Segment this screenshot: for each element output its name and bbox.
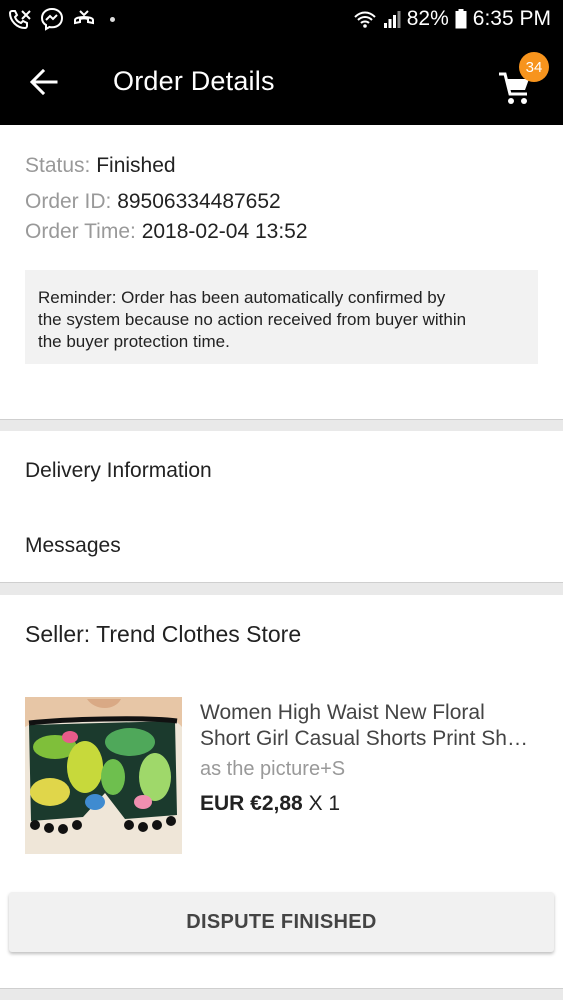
status-row: Status: Finished [25, 154, 176, 178]
messages-item[interactable]: Messages [0, 508, 563, 583]
product-title-line: Women High Waist New Floral [200, 701, 485, 724]
status-value: Finished [96, 154, 176, 177]
reminder-line: the system because no action received fr… [38, 310, 467, 329]
product-image[interactable] [25, 697, 182, 854]
call-icon [72, 8, 96, 30]
product-title-line: Short Girl Casual Shorts Print Sh… [200, 727, 528, 750]
order-time-label: Order Time: [25, 220, 136, 243]
order-id-row: Order ID: 89506334487652 [25, 190, 281, 214]
order-time-row: Order Time: 2018-02-04 13:52 [25, 220, 308, 244]
more-notifications-dot-icon [110, 16, 115, 22]
cart-count-badge: 34 [519, 52, 549, 82]
page-title: Order Details [113, 66, 275, 96]
seller-name[interactable]: Seller: Trend Clothes Store [25, 621, 301, 648]
back-arrow-icon [30, 68, 58, 95]
status-bar: 82% 6:35 PM [0, 0, 563, 38]
status-label: Status: [25, 154, 91, 177]
missed-call-icon [8, 8, 32, 30]
back-button[interactable] [0, 38, 88, 125]
order-menu-card: Delivery Information Messages [0, 431, 563, 582]
product-title[interactable]: Women High Waist New Floral Short Girl C… [200, 700, 535, 752]
order-item-card: Seller: Trend Clothes Store Women High W… [0, 595, 563, 988]
battery-icon [455, 9, 467, 29]
battery-percent: 82% [406, 7, 449, 30]
delivery-information-item[interactable]: Delivery Information [0, 433, 563, 508]
reminder-box: Reminder: Order has been automatically c… [25, 270, 538, 364]
divider [0, 419, 563, 420]
product-variant: as the picture+S [200, 758, 346, 780]
divider [0, 582, 563, 583]
product-price: EUR €2,88 [200, 792, 303, 815]
app-bar: Order Details 34 [0, 38, 563, 125]
signal-icon [383, 9, 401, 29]
reminder-line: Reminder: Order has been automatically c… [38, 288, 446, 307]
dispute-finished-button[interactable]: DISPUTE FINISHED [9, 892, 554, 952]
product-quantity: X 1 [308, 792, 341, 815]
messenger-icon [40, 7, 64, 31]
wifi-icon [353, 9, 377, 29]
order-id-value: 89506334487652 [117, 190, 281, 213]
product-price-row: EUR €2,88 X 1 [200, 792, 340, 816]
order-time-value: 2018-02-04 13:52 [141, 220, 308, 243]
divider [0, 988, 563, 989]
order-id-label: Order ID: [25, 190, 112, 213]
clock: 6:35 PM [472, 7, 551, 30]
reminder-line: the buyer protection time. [38, 332, 230, 351]
system-status: 82% 6:35 PM [353, 7, 551, 31]
order-status-card: Status: Finished Order ID: 8950633448765… [0, 125, 563, 419]
notification-icons [8, 7, 115, 31]
